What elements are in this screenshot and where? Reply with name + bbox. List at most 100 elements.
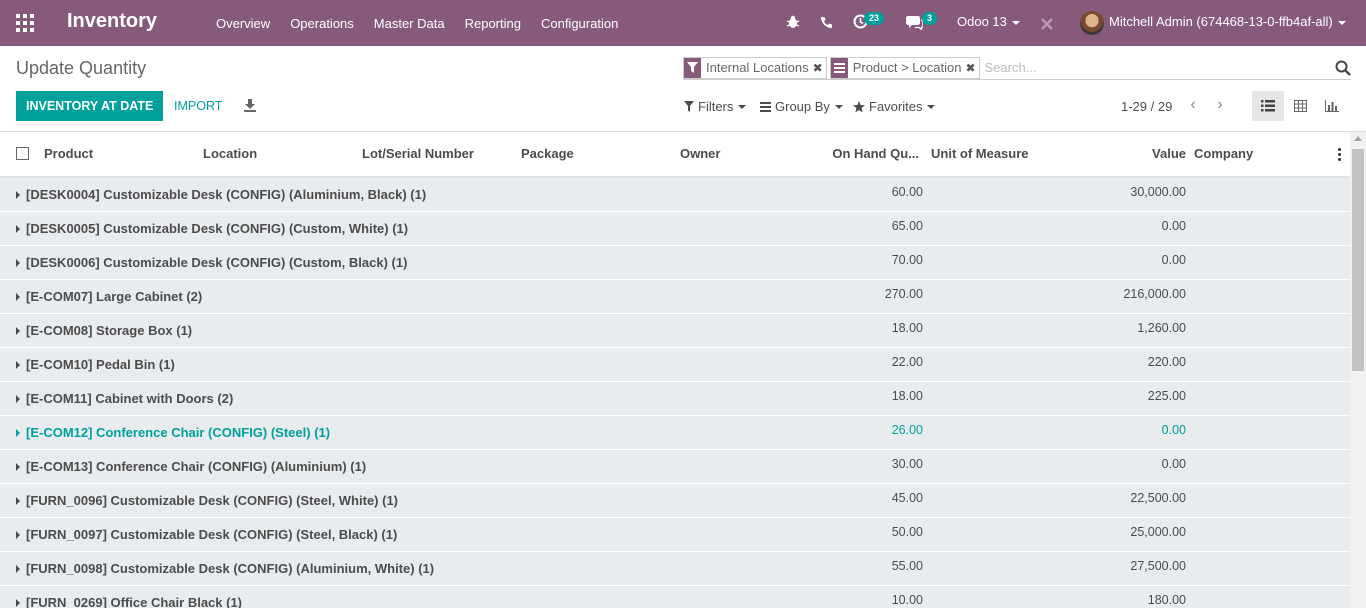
bug-icon[interactable] [786, 15, 800, 29]
caret-right-icon [16, 463, 20, 471]
group-qty: 50.00 [891, 525, 923, 539]
group-value: 0.00 [1161, 253, 1186, 267]
group-name: [E-COM08] Storage Box (1) [26, 323, 193, 338]
group-row[interactable]: [E-COM13] Conference Chair (CONFIG) (Alu… [0, 450, 1350, 484]
column-header-on-hand-qty[interactable]: On Hand Qu... [832, 146, 919, 161]
group-row[interactable]: [DESK0006] Customizable Desk (CONFIG) (C… [0, 246, 1350, 280]
group-name: [E-COM11] Cabinet with Doors (2) [26, 391, 234, 406]
apps-menu-icon[interactable] [16, 14, 34, 32]
chevron-down-icon [738, 104, 747, 109]
group-value: 225.00 [1147, 389, 1186, 403]
menu-reporting[interactable]: Reporting [455, 16, 531, 31]
user-name-label: Mitchell Admin (674468-13-0-ffb4af-all) [1109, 14, 1333, 29]
import-button[interactable]: IMPORT [164, 91, 232, 121]
group-name: [E-COM13] Conference Chair (CONFIG) (Alu… [26, 459, 367, 474]
group-qty: 18.00 [891, 389, 923, 403]
column-header-company[interactable]: Company [1194, 146, 1253, 161]
group-name: [FURN_0269] Office Chair Black (1) [26, 595, 243, 608]
caret-right-icon [16, 293, 20, 301]
star-icon [853, 100, 865, 112]
select-all-checkbox[interactable] [16, 147, 29, 160]
menu-operations[interactable]: Operations [280, 16, 364, 31]
facet-label: Product > Location [852, 59, 962, 75]
chevron-down-icon [834, 104, 843, 109]
bar-chart-icon [1325, 100, 1339, 112]
group-row[interactable]: [FURN_0097] Customizable Desk (CONFIG) (… [0, 518, 1350, 552]
group-row[interactable]: [E-COM08] Storage Box (1) 18.00 1,260.00 [0, 314, 1350, 348]
group-value: 0.00 [1161, 423, 1186, 437]
pager-next-icon[interactable]: › [1212, 96, 1228, 116]
group-qty: 45.00 [891, 491, 923, 505]
filters-dropdown[interactable]: Filters [684, 99, 747, 114]
caret-right-icon [16, 497, 20, 505]
table-header: Product Location Lot/Serial Number Packa… [0, 132, 1350, 178]
group-icon [830, 57, 848, 78]
group-value: 216,000.00 [1123, 287, 1186, 301]
menu-configuration[interactable]: Configuration [531, 16, 628, 31]
top-navbar: Inventory Overview Operations Master Dat… [0, 0, 1366, 46]
column-header-owner[interactable]: Owner [680, 146, 720, 161]
pivot-view-button[interactable] [1284, 91, 1316, 121]
column-header-uom[interactable]: Unit of Measure [931, 146, 1029, 161]
scrollbar-thumb[interactable] [1352, 149, 1364, 371]
messages-icon[interactable] [906, 15, 923, 30]
inventory-at-date-button[interactable]: INVENTORY AT DATE [16, 91, 164, 121]
database-label: Odoo 13 [957, 14, 1007, 29]
database-switcher[interactable]: Odoo 13 [957, 14, 1020, 29]
search-bar: Internal Locations ✖ Product > Location … [683, 56, 1351, 80]
group-row[interactable]: [E-COM11] Cabinet with Doors (2) 18.00 225… [0, 382, 1350, 416]
table-icon [1293, 100, 1307, 112]
caret-right-icon [16, 225, 20, 233]
filters-label: Filters [698, 99, 734, 114]
group-row[interactable]: [FURN_0096] Customizable Desk (CONFIG) (… [0, 484, 1350, 518]
group-qty: 22.00 [891, 355, 923, 369]
close-icon[interactable]: ✖ [965, 58, 978, 78]
column-header-location[interactable]: Location [203, 146, 257, 161]
facet-internal-locations: Internal Locations ✖ [683, 56, 827, 79]
phone-icon[interactable] [820, 16, 833, 29]
group-row[interactable]: [DESK0004] Customizable Desk (CONFIG) (A… [0, 178, 1350, 212]
favorites-label: Favorites [869, 99, 923, 114]
group-name: [FURN_0096] Customizable Desk (CONFIG) (… [26, 493, 398, 508]
menu-master-data[interactable]: Master Data [364, 16, 455, 31]
search-icon[interactable] [1335, 60, 1351, 76]
list-view-button[interactable] [1252, 91, 1284, 121]
activity-count-badge: 23 [864, 12, 885, 25]
close-icon[interactable]: ✖ [813, 58, 826, 78]
group-row[interactable]: [E-COM07] Large Cabinet (2) 270.00 216,000… [0, 280, 1350, 314]
vertical-scrollbar[interactable] [1350, 132, 1366, 608]
column-header-value[interactable]: Value [1152, 146, 1186, 161]
group-row-hovered[interactable]: [E-COM12] Conference Chair (CONFIG) (Ste… [0, 416, 1350, 450]
download-icon[interactable] [243, 98, 257, 112]
group-row[interactable]: [FURN_0098] Customizable Desk (CONFIG) (… [0, 552, 1350, 586]
user-menu[interactable]: Mitchell Admin (674468-13-0-ffb4af-all) [1109, 14, 1346, 29]
groupby-dropdown[interactable]: Group By [760, 99, 843, 114]
pager-previous-icon[interactable]: ‹ [1185, 96, 1201, 116]
group-qty: 60.00 [891, 185, 923, 199]
group-name: [DESK0005] Customizable Desk (CONFIG) (C… [26, 221, 409, 236]
search-input[interactable] [982, 56, 1351, 79]
group-name: [E-COM12] Conference Chair (CONFIG) (Ste… [26, 425, 331, 440]
group-value: 220.00 [1147, 355, 1186, 369]
group-row[interactable]: [DESK0005] Customizable Desk (CONFIG) (C… [0, 212, 1350, 246]
group-name: [FURN_0098] Customizable Desk (CONFIG) (… [26, 561, 435, 576]
group-row[interactable]: [FURN_0269] Office Chair Black (1) 10.00 1… [0, 586, 1350, 608]
app-title[interactable]: Inventory [67, 10, 157, 33]
list-view-icon [1261, 100, 1275, 112]
caret-right-icon [16, 327, 20, 335]
column-header-product[interactable]: Product [44, 146, 93, 161]
group-row[interactable]: [E-COM10] Pedal Bin (1) 22.00 220.00 [0, 348, 1350, 382]
group-value: 1,260.00 [1137, 321, 1186, 335]
favorites-dropdown[interactable]: Favorites [853, 99, 936, 114]
main-menu: Overview Operations Master Data Reportin… [206, 0, 628, 46]
scroll-up-icon[interactable] [1354, 136, 1362, 141]
optional-columns-icon[interactable] [1338, 148, 1341, 163]
tools-icon[interactable] [1040, 17, 1054, 31]
column-header-package[interactable]: Package [521, 146, 574, 161]
menu-overview[interactable]: Overview [206, 16, 280, 31]
column-header-lot-serial[interactable]: Lot/Serial Number [362, 146, 474, 161]
user-avatar[interactable] [1080, 11, 1104, 35]
graph-view-button[interactable] [1316, 91, 1348, 121]
pager-value[interactable]: 1-29 / 29 [1121, 99, 1172, 114]
group-qty: 26.00 [891, 423, 923, 437]
